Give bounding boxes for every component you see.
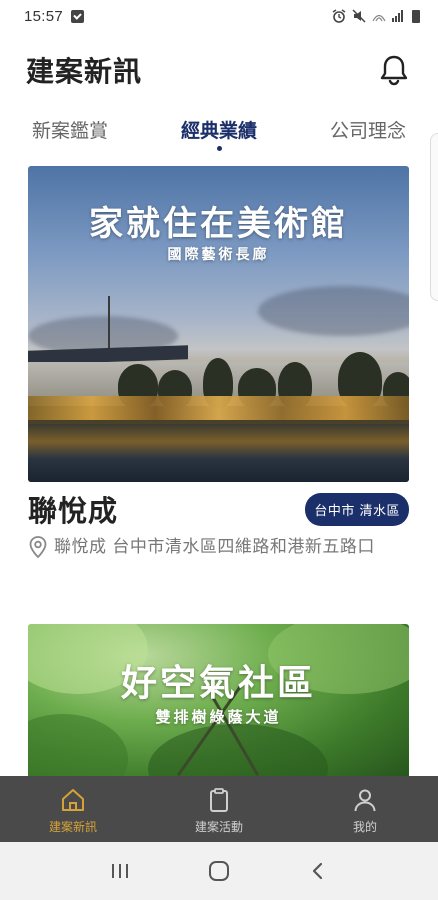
recent-apps-icon [111, 864, 128, 878]
lights-strip [28, 396, 409, 420]
tab-label: 公司理念 [330, 120, 407, 142]
bell-icon [380, 55, 408, 86]
page-title: 建案新訊 [26, 55, 143, 88]
tab-company-philosophy[interactable]: 公司理念 [281, 108, 438, 143]
nav-label: 建案活動 [194, 820, 243, 834]
side-panel-handle[interactable] [430, 133, 438, 301]
nav-item-project-news[interactable]: 建案新訊 [0, 776, 146, 842]
nav-label: 建案新訊 [48, 820, 97, 834]
status-bar: 15:57 [0, 0, 438, 32]
person-icon [351, 786, 379, 814]
recent-apps-button[interactable] [98, 853, 142, 889]
cloud [258, 286, 409, 336]
app-header: 建案新訊 [0, 42, 438, 98]
project-name[interactable]: 聯悅成 [28, 488, 118, 530]
home-circle-icon [208, 861, 229, 881]
signal-icon [392, 10, 406, 22]
tab-classic-works[interactable]: 經典業績 [157, 108, 282, 151]
status-time: 15:57 [24, 7, 64, 25]
tab-label: 經典業績 [181, 120, 258, 142]
card-subheadline: 雙排樹綠蔭大道 [155, 708, 282, 726]
nav-item-project-events[interactable]: 建案活動 [146, 776, 292, 842]
tab-bar: 新案鑑賞 經典業績 公司理念 [0, 108, 438, 156]
card-subheadline: 國際藝術長廊 [167, 247, 270, 263]
reflecting-pool [28, 424, 409, 482]
network-icon [372, 14, 386, 22]
location-pin-icon [29, 536, 47, 559]
card-headline: 家就住在美術館 [89, 204, 348, 244]
project-title-row: 聯悅成 台中市 清水區 [28, 488, 409, 530]
project-card-image[interactable]: 家就住在美術館 國際藝術長廊 [28, 166, 409, 482]
tab-label: 新案鑑賞 [32, 120, 109, 142]
system-navigation-bar [0, 842, 438, 900]
back-button[interactable] [296, 853, 340, 889]
battery-icon [412, 9, 420, 23]
tab-new-projects[interactable]: 新案鑑賞 [0, 108, 157, 143]
address-text: 聯悅成 台中市清水區四維路和港新五路口 [54, 537, 375, 557]
project-card-image[interactable]: 好空氣社區 雙排樹綠蔭大道 [28, 624, 409, 784]
project-address: 聯悅成 台中市清水區四維路和港新五路口 [28, 534, 413, 560]
home-icon [59, 786, 87, 814]
bottom-navigation: 建案新訊 建案活動 我的 [0, 776, 438, 842]
notification-icon [71, 9, 85, 23]
back-chevron-icon [313, 862, 323, 880]
mute-icon [352, 9, 366, 23]
nav-label: 我的 [352, 820, 377, 834]
clipboard-icon [205, 786, 233, 814]
status-icons [332, 9, 420, 23]
nav-item-my-account[interactable]: 我的 [292, 776, 438, 842]
home-button[interactable] [197, 853, 241, 889]
active-tab-indicator [216, 146, 222, 151]
notification-button[interactable] [374, 50, 414, 90]
card-headline: 好空氣社區 [120, 663, 316, 704]
alarm-icon [332, 9, 346, 23]
district-badge: 台中市 清水區 [305, 492, 409, 526]
